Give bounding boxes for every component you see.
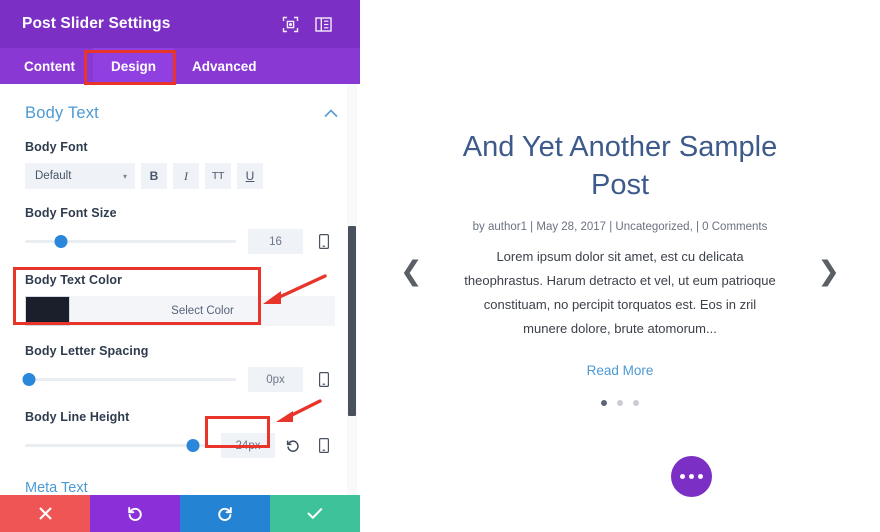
slider-track [25,378,236,381]
tab-content-label: Content [24,58,75,74]
body-font-size-input[interactable]: 16 [248,229,303,254]
post-title: And Yet Another Sample Post [462,131,778,201]
tab-design[interactable]: Design [93,48,175,84]
panel-header: Post Slider Settings [0,0,360,48]
responsive-device-icon[interactable] [313,372,335,387]
color-swatch[interactable] [25,296,70,326]
chevron-down-icon: ▾ [122,171,127,181]
slider-prev-arrow[interactable]: ❮ [400,258,423,285]
body-font-select[interactable]: Default ▾ [25,163,135,189]
layout-panel-icon[interactable] [315,16,332,33]
undo-reset-icon[interactable] [283,439,303,453]
post-excerpt: Lorem ipsum dolor sit amet, est cu delic… [464,249,776,336]
slider-knob[interactable] [54,235,68,248]
responsive-device-icon[interactable] [313,234,335,249]
field-body-text-color-label: Body Text Color [25,273,123,287]
section-title: Body Text [25,104,99,122]
settings-tabbar: Content Design Advanced [0,48,360,84]
section-title-meta-text[interactable]: Meta Text [0,480,360,494]
panel-scrollbar[interactable] [348,226,356,416]
read-more-link[interactable]: Read More [587,363,654,378]
tab-content[interactable]: Content [6,48,93,84]
field-body-font-label: Body Font [25,140,88,154]
header-icon-group [282,16,346,33]
tab-advanced[interactable]: Advanced [174,48,275,84]
divi-builder-screen: Post Slider Settings Content Design Adva… [0,0,880,532]
tab-design-label: Design [111,58,157,74]
field-body-line-height-label: Body Line Height [25,410,130,424]
undo-button[interactable] [90,495,180,532]
body-line-height-input[interactable]: 24px [221,433,275,458]
field-body-line-height: Body Line Height 24px [0,410,360,458]
field-body-font-size: Body Font Size 16 [0,206,360,254]
panel-action-bar [0,495,360,532]
slider-knob[interactable] [22,373,36,386]
section-header-body-text[interactable]: Body Text [0,84,360,123]
slider-dot-2[interactable] [617,400,623,406]
settings-body: Body Text Body Font Default ▾ B I TT U B… [0,84,360,495]
post-slider-preview: And Yet Another Sample Post by author1 |… [360,0,880,532]
body-line-height-slider[interactable] [25,437,210,455]
field-body-letter-spacing-label: Body Letter Spacing [25,344,149,358]
slider-dot-3[interactable] [633,400,639,406]
slider-dot-1[interactable] [601,400,607,406]
slider-track [25,444,210,447]
bold-button[interactable]: B [141,163,167,189]
cancel-button[interactable] [0,495,90,532]
save-button[interactable] [270,495,360,532]
select-color-button[interactable]: Select Color [70,296,335,326]
redo-button[interactable] [180,495,270,532]
italic-button[interactable]: I [173,163,199,189]
field-body-letter-spacing: Body Letter Spacing 0px [0,344,360,392]
builder-fab-button[interactable] [671,456,712,497]
field-body-text-color: Body Text Color Select Color [0,273,360,326]
slider-pagination [601,400,639,406]
settings-panel: Post Slider Settings Content Design Adva… [0,0,360,532]
three-dots-icon [680,474,685,479]
field-body-font-size-label: Body Font Size [25,206,117,220]
underline-button[interactable]: U [237,163,263,189]
page-title: Post Slider Settings [22,15,171,32]
body-font-size-slider[interactable] [25,233,236,251]
tab-advanced-label: Advanced [192,58,257,74]
three-dots-icon [689,474,694,479]
chevron-up-icon[interactable] [324,107,338,121]
post-meta: by author1 | May 28, 2017 | Uncategorize… [472,221,768,233]
responsive-device-icon[interactable] [313,438,335,453]
body-letter-spacing-slider[interactable] [22,371,236,389]
body-letter-spacing-input[interactable]: 0px [248,367,303,392]
uppercase-button[interactable]: TT [205,163,231,189]
slider-knob[interactable] [186,439,200,452]
focus-target-icon[interactable] [282,16,299,33]
field-body-font: Body Font Default ▾ B I TT U [0,140,360,189]
body-font-value: Default [35,170,72,182]
three-dots-icon [698,474,703,479]
slider-next-arrow[interactable]: ❯ [817,258,840,285]
